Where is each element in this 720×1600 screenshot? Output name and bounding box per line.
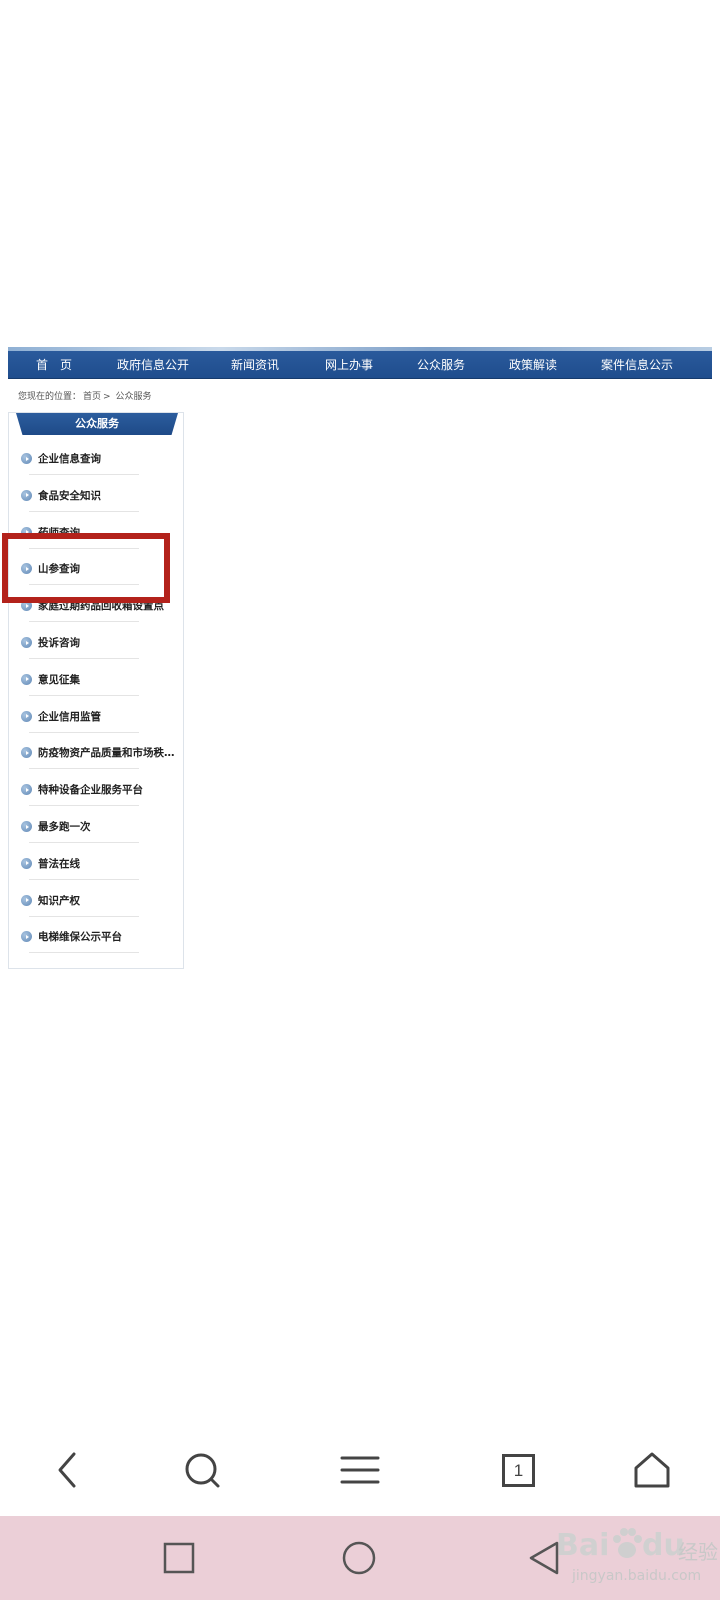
paw-icon: [613, 1528, 642, 1558]
recent-apps-icon[interactable]: [163, 1542, 195, 1574]
watermark-brand: Bai: [556, 1528, 610, 1563]
divider: [29, 510, 139, 512]
arrow-bullet-icon: [21, 637, 32, 648]
sidebar-item-label: 普法在线: [38, 857, 80, 870]
nav-item-1[interactable]: 政府信息公开: [105, 351, 201, 379]
tab-count: 1: [513, 1460, 524, 1480]
divider: [29, 621, 139, 623]
home-circle-icon[interactable]: [341, 1540, 377, 1576]
sidebar-item-label: 食品安全知识: [38, 489, 101, 502]
sidebar-item[interactable]: 普法在线: [21, 848, 191, 884]
red-highlight-box: [2, 533, 170, 603]
main-nav-bar: 首 页政府信息公开 新闻资讯 网上办事 公众服务 政策解读 案件信息公示: [8, 351, 712, 379]
breadcrumb-current: 公众服务: [115, 392, 152, 402]
arrow-bullet-icon: [21, 673, 32, 685]
divider: [29, 694, 139, 696]
sidebar-item[interactable]: 知识产权: [21, 885, 191, 921]
watermark-url: jingyan.baidu.com: [572, 1568, 702, 1584]
arrow-bullet-icon: [21, 710, 32, 722]
arrow-bullet-icon: [21, 784, 32, 796]
sidebar-item[interactable]: 电梯维保公示平台: [21, 921, 191, 957]
arrow-bullet-icon: [21, 931, 32, 943]
sidebar-item[interactable]: 企业信息查询: [21, 443, 191, 479]
sidebar-item[interactable]: 食品安全知识: [21, 480, 191, 516]
sidebar-item-label: 意见征集: [38, 673, 80, 686]
sidebar-title: 公众服务: [16, 413, 178, 435]
sidebar-item-label: 知识产权: [38, 894, 80, 907]
breadcrumb-home-link[interactable]: 首页: [83, 392, 101, 402]
breadcrumb: 您现在的位置： 首页 > 公众服务: [18, 389, 153, 402]
nav-item-0[interactable]: 首 页: [6, 351, 102, 379]
divider: [29, 658, 139, 659]
divider: [29, 731, 139, 733]
sidebar-item-label: 防疫物资产品质量和市场秩…: [38, 747, 175, 760]
sidebar-item[interactable]: 防疫物资产品质量和市场秩…: [21, 737, 191, 773]
nav-item-3[interactable]: 网上办事: [301, 351, 397, 379]
sidebar-item[interactable]: 投诉咨询: [21, 627, 191, 663]
breadcrumb-prefix: 您现在的位置：: [18, 392, 82, 402]
baidu-jingyan-watermark: Bai du 经验 jingyan.baidu.com: [556, 1524, 720, 1594]
arrow-bullet-icon: [21, 489, 32, 501]
arrow-bullet-icon: [21, 453, 32, 464]
arrow-bullet-icon: [21, 894, 32, 906]
nav-item-2[interactable]: 新闻资讯: [207, 351, 303, 379]
sidebar-item-label: 特种设备企业服务平台: [38, 784, 143, 797]
sidebar-item-label: 最多跑一次: [38, 821, 91, 833]
breadcrumb-separator: >: [103, 392, 111, 402]
divider: [29, 768, 139, 770]
nav-item-6[interactable]: 案件信息公示: [589, 351, 685, 379]
arrow-bullet-icon: [21, 821, 32, 832]
sidebar-panel: 公众服务 企业信息查询 食品安全知识 药师查询 山参查询 家庭过期药品回收箱设置点 投诉咨…: [8, 412, 184, 969]
sidebar-item-label: 投诉咨询: [38, 637, 80, 649]
sidebar-item-label: 电梯维保公示平台: [38, 931, 122, 944]
divider: [29, 878, 139, 880]
nav-item-5[interactable]: 政策解读: [485, 351, 581, 379]
back-icon[interactable]: [46, 1448, 90, 1492]
sidebar-item[interactable]: 意见征集: [21, 664, 191, 700]
sidebar-item[interactable]: 企业信用监管: [21, 701, 191, 737]
divider: [29, 842, 139, 843]
nav-item-4[interactable]: 公众服务: [393, 351, 489, 379]
divider: [29, 915, 139, 917]
arrow-bullet-icon: [21, 747, 32, 759]
divider: [29, 474, 139, 475]
menu-icon[interactable]: [338, 1448, 382, 1492]
divider: [29, 805, 139, 807]
home-icon[interactable]: [630, 1448, 674, 1492]
sidebar-item-label: 企业信息查询: [38, 453, 101, 465]
sidebar-item[interactable]: 最多跑一次: [21, 811, 191, 847]
search-icon[interactable]: [180, 1448, 224, 1492]
arrow-bullet-icon: [21, 857, 32, 869]
watermark-suffix: 经验: [678, 1540, 718, 1564]
sidebar-item-label: 企业信用监管: [38, 710, 101, 723]
tabs-icon[interactable]: 1: [496, 1448, 540, 1492]
divider: [29, 952, 139, 954]
sidebar-item[interactable]: 特种设备企业服务平台: [21, 774, 191, 810]
